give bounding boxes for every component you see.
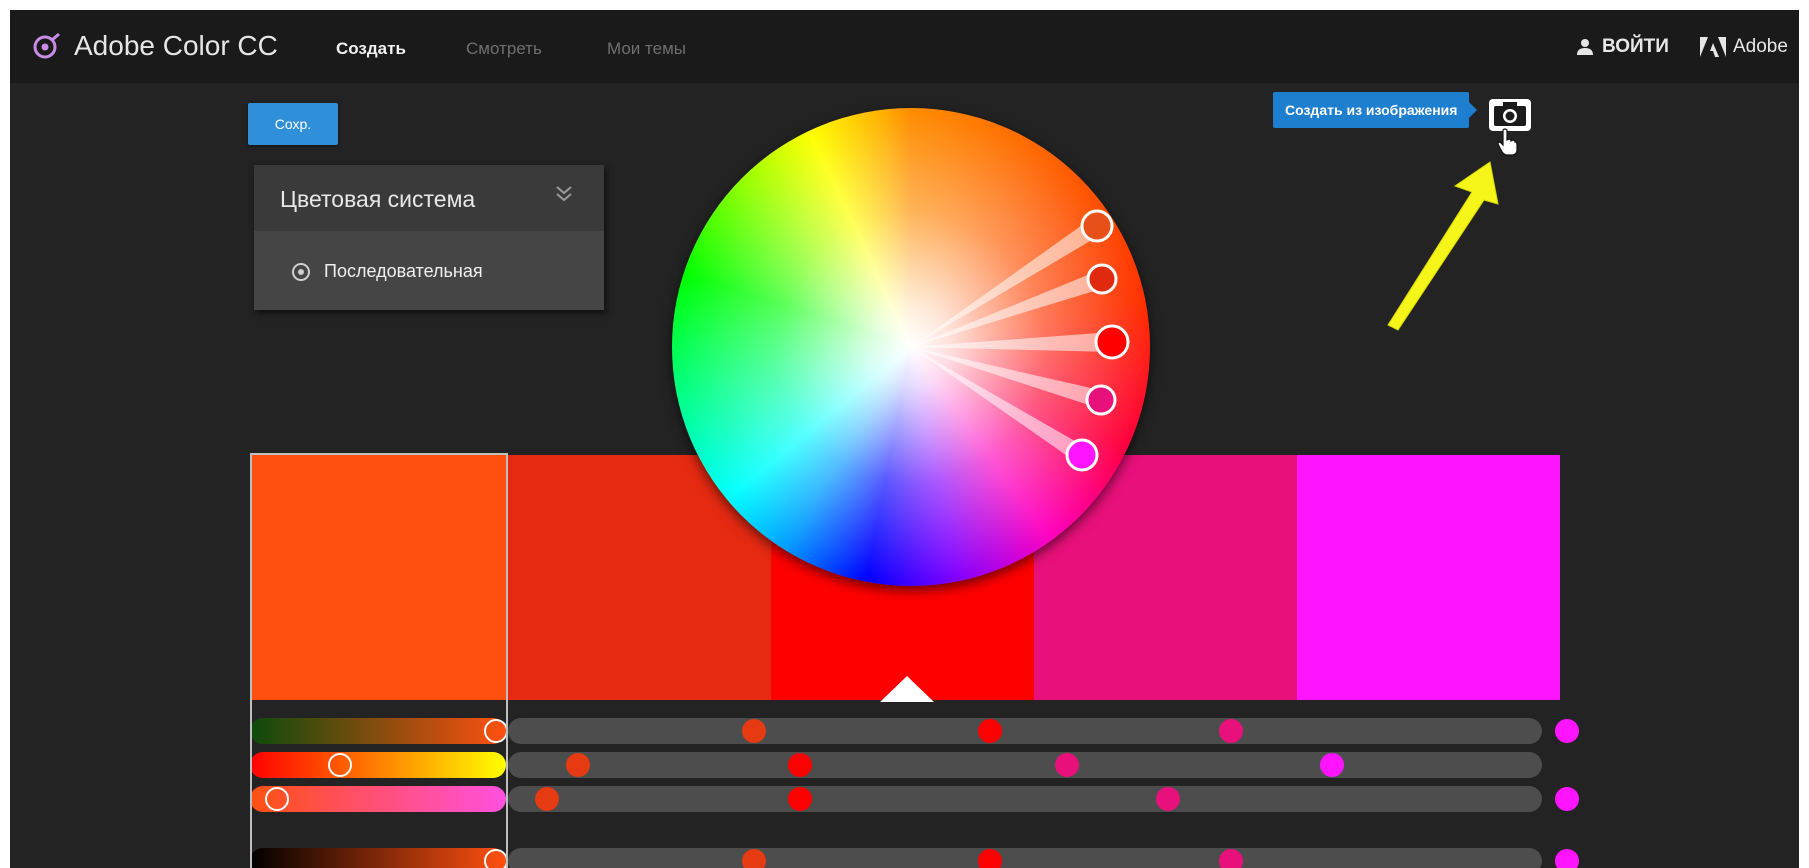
color-rule-option-label: Последовательная <box>324 261 483 281</box>
wheel-handle-5[interactable] <box>1065 438 1099 472</box>
create-from-image-tooltip: Создать из изображения <box>1273 92 1478 128</box>
login-label: ВОЙТИ <box>1602 36 1669 57</box>
slider-2-dot-5[interactable] <box>1320 753 1344 777</box>
color-rule-option[interactable]: Последовательная <box>292 261 483 282</box>
slider-2-dot-2[interactable] <box>566 753 590 777</box>
top-bar: Adobe Color CC Создать Смотреть Мои темы… <box>10 10 1799 83</box>
wheel-handle-4[interactable] <box>1085 384 1117 416</box>
camera-icon[interactable] <box>1488 98 1532 132</box>
slider-4-dot-5[interactable] <box>1555 849 1579 868</box>
wheel-handle-1[interactable] <box>1080 209 1114 243</box>
slider-2-dot-3[interactable] <box>788 753 812 777</box>
annotation-arrow <box>1387 161 1499 331</box>
slider-1-dot-4[interactable] <box>1219 719 1243 743</box>
slider-1-dot-3[interactable] <box>978 719 1002 743</box>
slider-handles <box>265 719 1579 868</box>
color-rule-header[interactable]: Цветовая система <box>254 165 604 231</box>
hand-cursor-icon <box>1497 128 1518 156</box>
app-logo[interactable]: Adobe Color CC <box>32 30 278 62</box>
slider-4-dot-4[interactable] <box>1219 849 1243 868</box>
slider-4-dot-2[interactable] <box>742 849 766 868</box>
color-rule-panel: Цветовая система Последовательная <box>254 165 604 310</box>
slider-3-dot-5[interactable] <box>1555 787 1579 811</box>
color-swatch-5[interactable] <box>1297 455 1560 700</box>
nav-create[interactable]: Создать <box>336 39 406 59</box>
adobe-label: Adobe <box>1733 36 1788 57</box>
wheel-handle-2[interactable] <box>1086 263 1118 295</box>
adobe-link[interactable]: Adobe <box>1700 36 1788 58</box>
color-rule-title: Цветовая система <box>280 186 476 212</box>
slider-3-handle[interactable] <box>265 787 289 811</box>
adobe-color-logo-icon <box>33 32 60 59</box>
radio-icon[interactable] <box>292 262 310 281</box>
chevron-double-down-icon[interactable] <box>554 185 574 209</box>
slider-4-handle[interactable] <box>484 849 508 868</box>
slider-3-dot-3[interactable] <box>788 787 812 811</box>
slider-1-handle[interactable] <box>484 719 508 743</box>
slider-1-dot-2[interactable] <box>742 719 766 743</box>
login-link[interactable]: ВОЙТИ <box>1576 36 1669 58</box>
save-button[interactable]: Сохр. <box>248 103 338 145</box>
base-color-pointer <box>880 676 934 702</box>
wheel-handle-3[interactable] <box>1094 324 1130 360</box>
slider-3-dot-4[interactable] <box>1156 787 1180 811</box>
color-swatch-1[interactable] <box>250 455 508 700</box>
app-title: Adobe Color CC <box>74 30 278 61</box>
color-wheel-handles <box>911 209 1130 472</box>
slider-4-dot-3[interactable] <box>978 849 1002 868</box>
nav-explore[interactable]: Смотреть <box>466 39 542 59</box>
nav-my-themes[interactable]: Мои темы <box>607 39 686 59</box>
user-icon <box>1577 39 1593 55</box>
slider-2-dot-4[interactable] <box>1055 753 1079 777</box>
slider-3-dot-2[interactable] <box>535 787 559 811</box>
adobe-logo-icon <box>1700 37 1726 57</box>
app-frame: Adobe Color CC Создать Смотреть Мои темы… <box>10 10 1799 868</box>
slider-1-dot-5[interactable] <box>1555 719 1579 743</box>
slider-2-handle[interactable] <box>328 753 352 777</box>
